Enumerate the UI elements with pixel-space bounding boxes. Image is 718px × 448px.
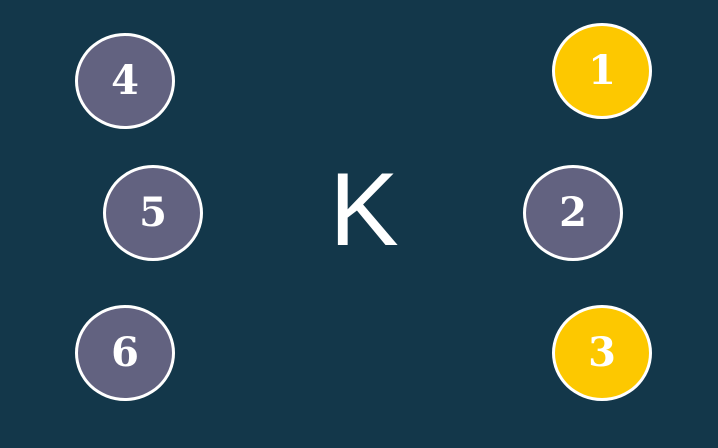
braille-cell-board: K 1 2 3 4 5 6 — [0, 0, 718, 448]
braille-dot-3[interactable]: 3 — [552, 305, 652, 401]
dot-number: 4 — [111, 57, 139, 104]
braille-dot-6[interactable]: 6 — [75, 305, 175, 401]
dot-number: 6 — [111, 329, 139, 376]
dot-number: 5 — [139, 189, 167, 236]
braille-dot-4[interactable]: 4 — [75, 33, 175, 129]
dot-number: 1 — [588, 47, 616, 94]
braille-dot-5[interactable]: 5 — [103, 165, 203, 261]
braille-dot-2[interactable]: 2 — [523, 165, 623, 261]
braille-dot-1[interactable]: 1 — [552, 23, 652, 119]
dot-number: 3 — [588, 329, 616, 376]
dot-number: 2 — [559, 189, 587, 236]
target-letter: K — [329, 152, 399, 268]
